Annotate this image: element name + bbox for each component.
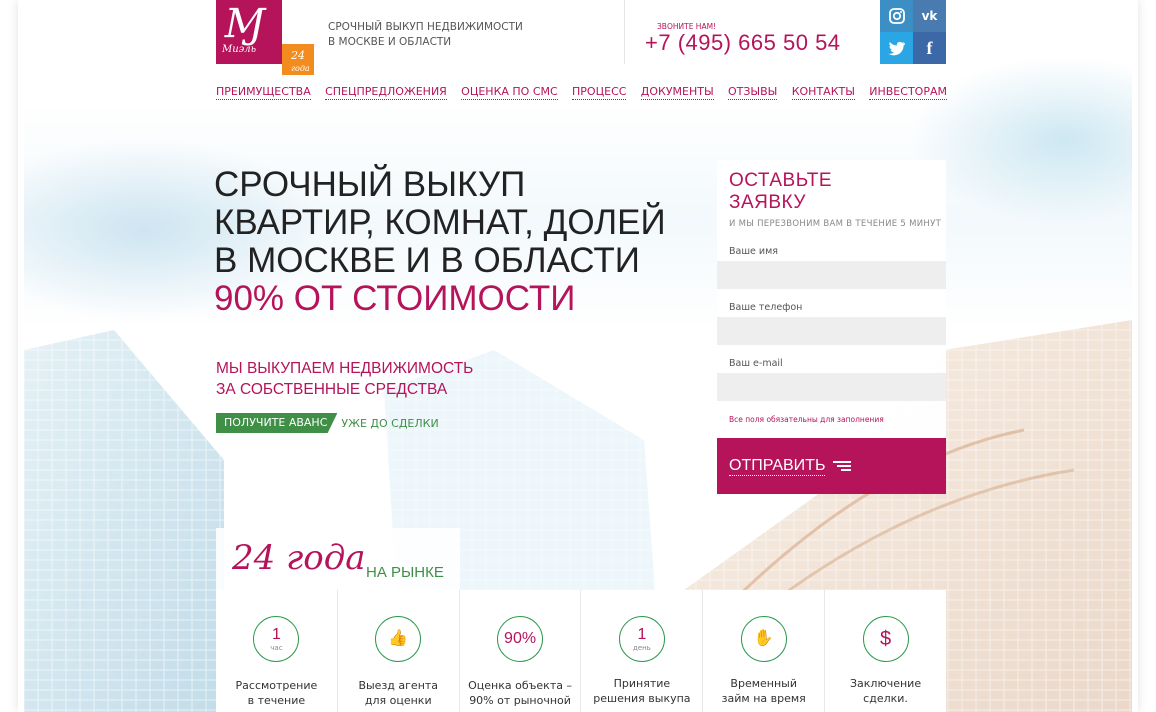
name-field[interactable] bbox=[717, 261, 946, 289]
form-subtitle: И МЫ ПЕРЕЗВОНИМ ВАМ В ТЕЧЕНИЕ 5 МИНУТ bbox=[729, 219, 942, 229]
nav-reviews[interactable]: ОТЗЫВЫ bbox=[728, 85, 778, 100]
nav-contacts[interactable]: КОНТАКТЫ bbox=[791, 85, 855, 100]
feature-decision: 1 день Принятие решения выкупа bbox=[581, 590, 704, 712]
phone-label: Ваше телефон bbox=[729, 302, 803, 313]
years-number: 24 года bbox=[232, 538, 366, 578]
facebook-icon[interactable]: f bbox=[913, 32, 946, 64]
feature-deal: $ Заключение сделки. bbox=[825, 590, 946, 712]
nav-special-offers[interactable]: СПЕЦПРЕДЛОЖЕНИЯ bbox=[325, 85, 447, 100]
email-label: Ваш e-mail bbox=[729, 358, 783, 369]
feature-text: Рассмотрение в течение bbox=[216, 678, 337, 708]
header-divider bbox=[624, 0, 625, 64]
badge-word: года bbox=[291, 64, 310, 73]
feature-text-line2: займ на время bbox=[721, 692, 806, 705]
dollar-icon: $ bbox=[862, 616, 909, 662]
feature-text-line2: решения выкупа bbox=[593, 692, 691, 705]
badge-number: 24 bbox=[291, 49, 305, 62]
advance-button[interactable]: ПОЛУЧИТЕ АВАНС bbox=[216, 413, 338, 433]
feature-glyph: ✋ bbox=[753, 630, 774, 647]
main-nav: ПРЕИМУЩЕСТВА СПЕЦПРЕДЛОЖЕНИЯ ОЦЕНКА ПО С… bbox=[216, 85, 947, 100]
feature-text-line1: Принятие bbox=[613, 677, 671, 690]
logo[interactable]: Ɱ Миэль bbox=[216, 0, 282, 64]
twitter-icon[interactable] bbox=[880, 32, 913, 64]
vk-icon[interactable]: vk bbox=[913, 0, 946, 32]
feature-agent-visit: 👍 Выезд агента для оценки bbox=[338, 590, 460, 712]
feature-text: Принятие решения выкупа bbox=[581, 676, 702, 706]
hero-subheading: МЫ ВЫКУПАЕМ НЕДВИЖИМОСТЬ ЗА СОБСТВЕННЫЕ … bbox=[216, 358, 473, 400]
feature-text-line2: в течение bbox=[247, 694, 306, 707]
feature-text: Выезд агента для оценки bbox=[338, 678, 459, 708]
hero-line4: 90% ОТ СТОИМОСТИ bbox=[214, 279, 576, 318]
tagline-line2: В МОСКВЕ И ОБЛАСТИ bbox=[328, 36, 452, 48]
feature-value: 90% bbox=[504, 630, 537, 647]
feature-text: Временный займ на время bbox=[703, 676, 824, 706]
sub-line1: МЫ ВЫКУПАЕМ НЕДВИЖИМОСТЬ bbox=[216, 360, 474, 377]
required-note: Все поля обязательны для заполнения bbox=[729, 415, 884, 424]
feature-value: 1 bbox=[637, 625, 647, 643]
form-title: ОСТАВЬТЕ ЗАЯВКУ bbox=[729, 170, 832, 214]
phone-number[interactable]: +7 (495) 665 50 54 bbox=[645, 30, 841, 56]
feature-text-line2: для оценки bbox=[364, 694, 432, 707]
feature-loan: ✋ Временный займ на время bbox=[703, 590, 826, 712]
feature-text-line1: Оценка объекта – bbox=[468, 679, 572, 692]
feature-text-line1: Выезд агента bbox=[358, 679, 439, 692]
nav-process[interactable]: ПРОЦЕСС bbox=[572, 85, 627, 100]
features-row: 1 час Рассмотрение в течение 👍 Выезд аге… bbox=[216, 590, 946, 712]
advance-text: УЖЕ ДО СДЕЛКИ bbox=[341, 416, 439, 430]
feature-text: Оценка объекта – 90% от рыночной bbox=[460, 678, 581, 708]
nav-documents[interactable]: ДОКУМЕНТЫ bbox=[640, 85, 714, 100]
feature-review: 1 час Рассмотрение в течение bbox=[216, 590, 338, 712]
submit-label: ОТПРАВИТЬ bbox=[729, 456, 826, 476]
years-text: НА РЫНКЕ bbox=[366, 564, 444, 581]
submit-button[interactable]: ОТПРАВИТЬ bbox=[717, 438, 946, 494]
feature-text-line1: Временный bbox=[730, 677, 798, 690]
years-on-market: 24 года НА РЫНКЕ bbox=[216, 528, 460, 590]
logo-word: Миэль bbox=[222, 44, 257, 55]
phone-field[interactable] bbox=[717, 317, 946, 345]
feature-text-line1: Заключение bbox=[850, 677, 922, 690]
thumbs-up-icon: 👍 bbox=[375, 616, 422, 662]
feature-value: 1 bbox=[271, 625, 281, 643]
percent-icon: 90% bbox=[497, 616, 544, 662]
form-title-line2: ЗАЯВКУ bbox=[729, 192, 806, 213]
hero-line1: СРОЧНЫЙ ВЫКУП bbox=[214, 165, 526, 204]
tagline-line1: СРОЧНЫЙ ВЫКУП НЕДВИЖИМОСТИ bbox=[328, 21, 523, 33]
tagline: СРОЧНЫЙ ВЫКУП НЕДВИЖИМОСТИ В МОСКВЕ И ОБ… bbox=[328, 20, 528, 50]
hero-line3: В МОСКВЕ И В ОБЛАСТИ bbox=[214, 241, 640, 280]
feature-unit: час bbox=[270, 643, 283, 652]
instagram-icon[interactable] bbox=[880, 0, 913, 32]
feature-valuation: 90% Оценка объекта – 90% от рыночной bbox=[460, 590, 582, 712]
nav-sms-valuation[interactable]: ОЦЕНКА ПО СМС bbox=[461, 85, 558, 100]
feature-text-line2: сделки. bbox=[863, 692, 908, 705]
feature-text-line2: 90% от рыночной bbox=[469, 694, 571, 707]
clock-hour-icon: 1 час bbox=[253, 616, 300, 662]
hero-line2: КВАРТИР, КОМНАТ, ДОЛЕЙ bbox=[214, 203, 666, 242]
feature-text: Заключение сделки. bbox=[825, 676, 946, 706]
hand-coins-icon: ✋ bbox=[740, 616, 787, 662]
years-badge: 24 года bbox=[282, 44, 314, 75]
advance-block: ПОЛУЧИТЕ АВАНС УЖЕ ДО СДЕЛКИ bbox=[216, 413, 439, 433]
nav-investors[interactable]: ИНВЕСТОРАМ bbox=[869, 85, 947, 100]
feature-unit: день bbox=[632, 643, 651, 652]
hero-heading: СРОЧНЫЙ ВЫКУП КВАРТИР, КОМНАТ, ДОЛЕЙ В М… bbox=[214, 166, 666, 318]
send-lines-icon bbox=[833, 460, 852, 472]
logo-mark: Ɱ bbox=[224, 1, 265, 47]
nav-advantages[interactable]: ПРЕИМУЩЕСТВА bbox=[216, 85, 311, 100]
feature-text-line1: Рассмотрение bbox=[235, 679, 318, 692]
form-title-line1: ОСТАВЬТЕ bbox=[729, 170, 833, 191]
feature-glyph: $ bbox=[879, 628, 892, 650]
landing-page: Ɱ Миэль 24 года СРОЧНЫЙ ВЫКУП НЕДВИЖИМОС… bbox=[24, 0, 1132, 712]
feature-glyph: 👍 bbox=[388, 630, 409, 647]
request-form: ОСТАВЬТЕ ЗАЯВКУ И МЫ ПЕРЕЗВОНИМ ВАМ В ТЕ… bbox=[717, 160, 946, 494]
name-label: Ваше имя bbox=[729, 246, 778, 257]
email-field[interactable] bbox=[717, 373, 946, 401]
sub-line2: ЗА СОБСТВЕННЫЕ СРЕДСТВА bbox=[216, 381, 448, 398]
clock-day-icon: 1 день bbox=[618, 616, 665, 662]
